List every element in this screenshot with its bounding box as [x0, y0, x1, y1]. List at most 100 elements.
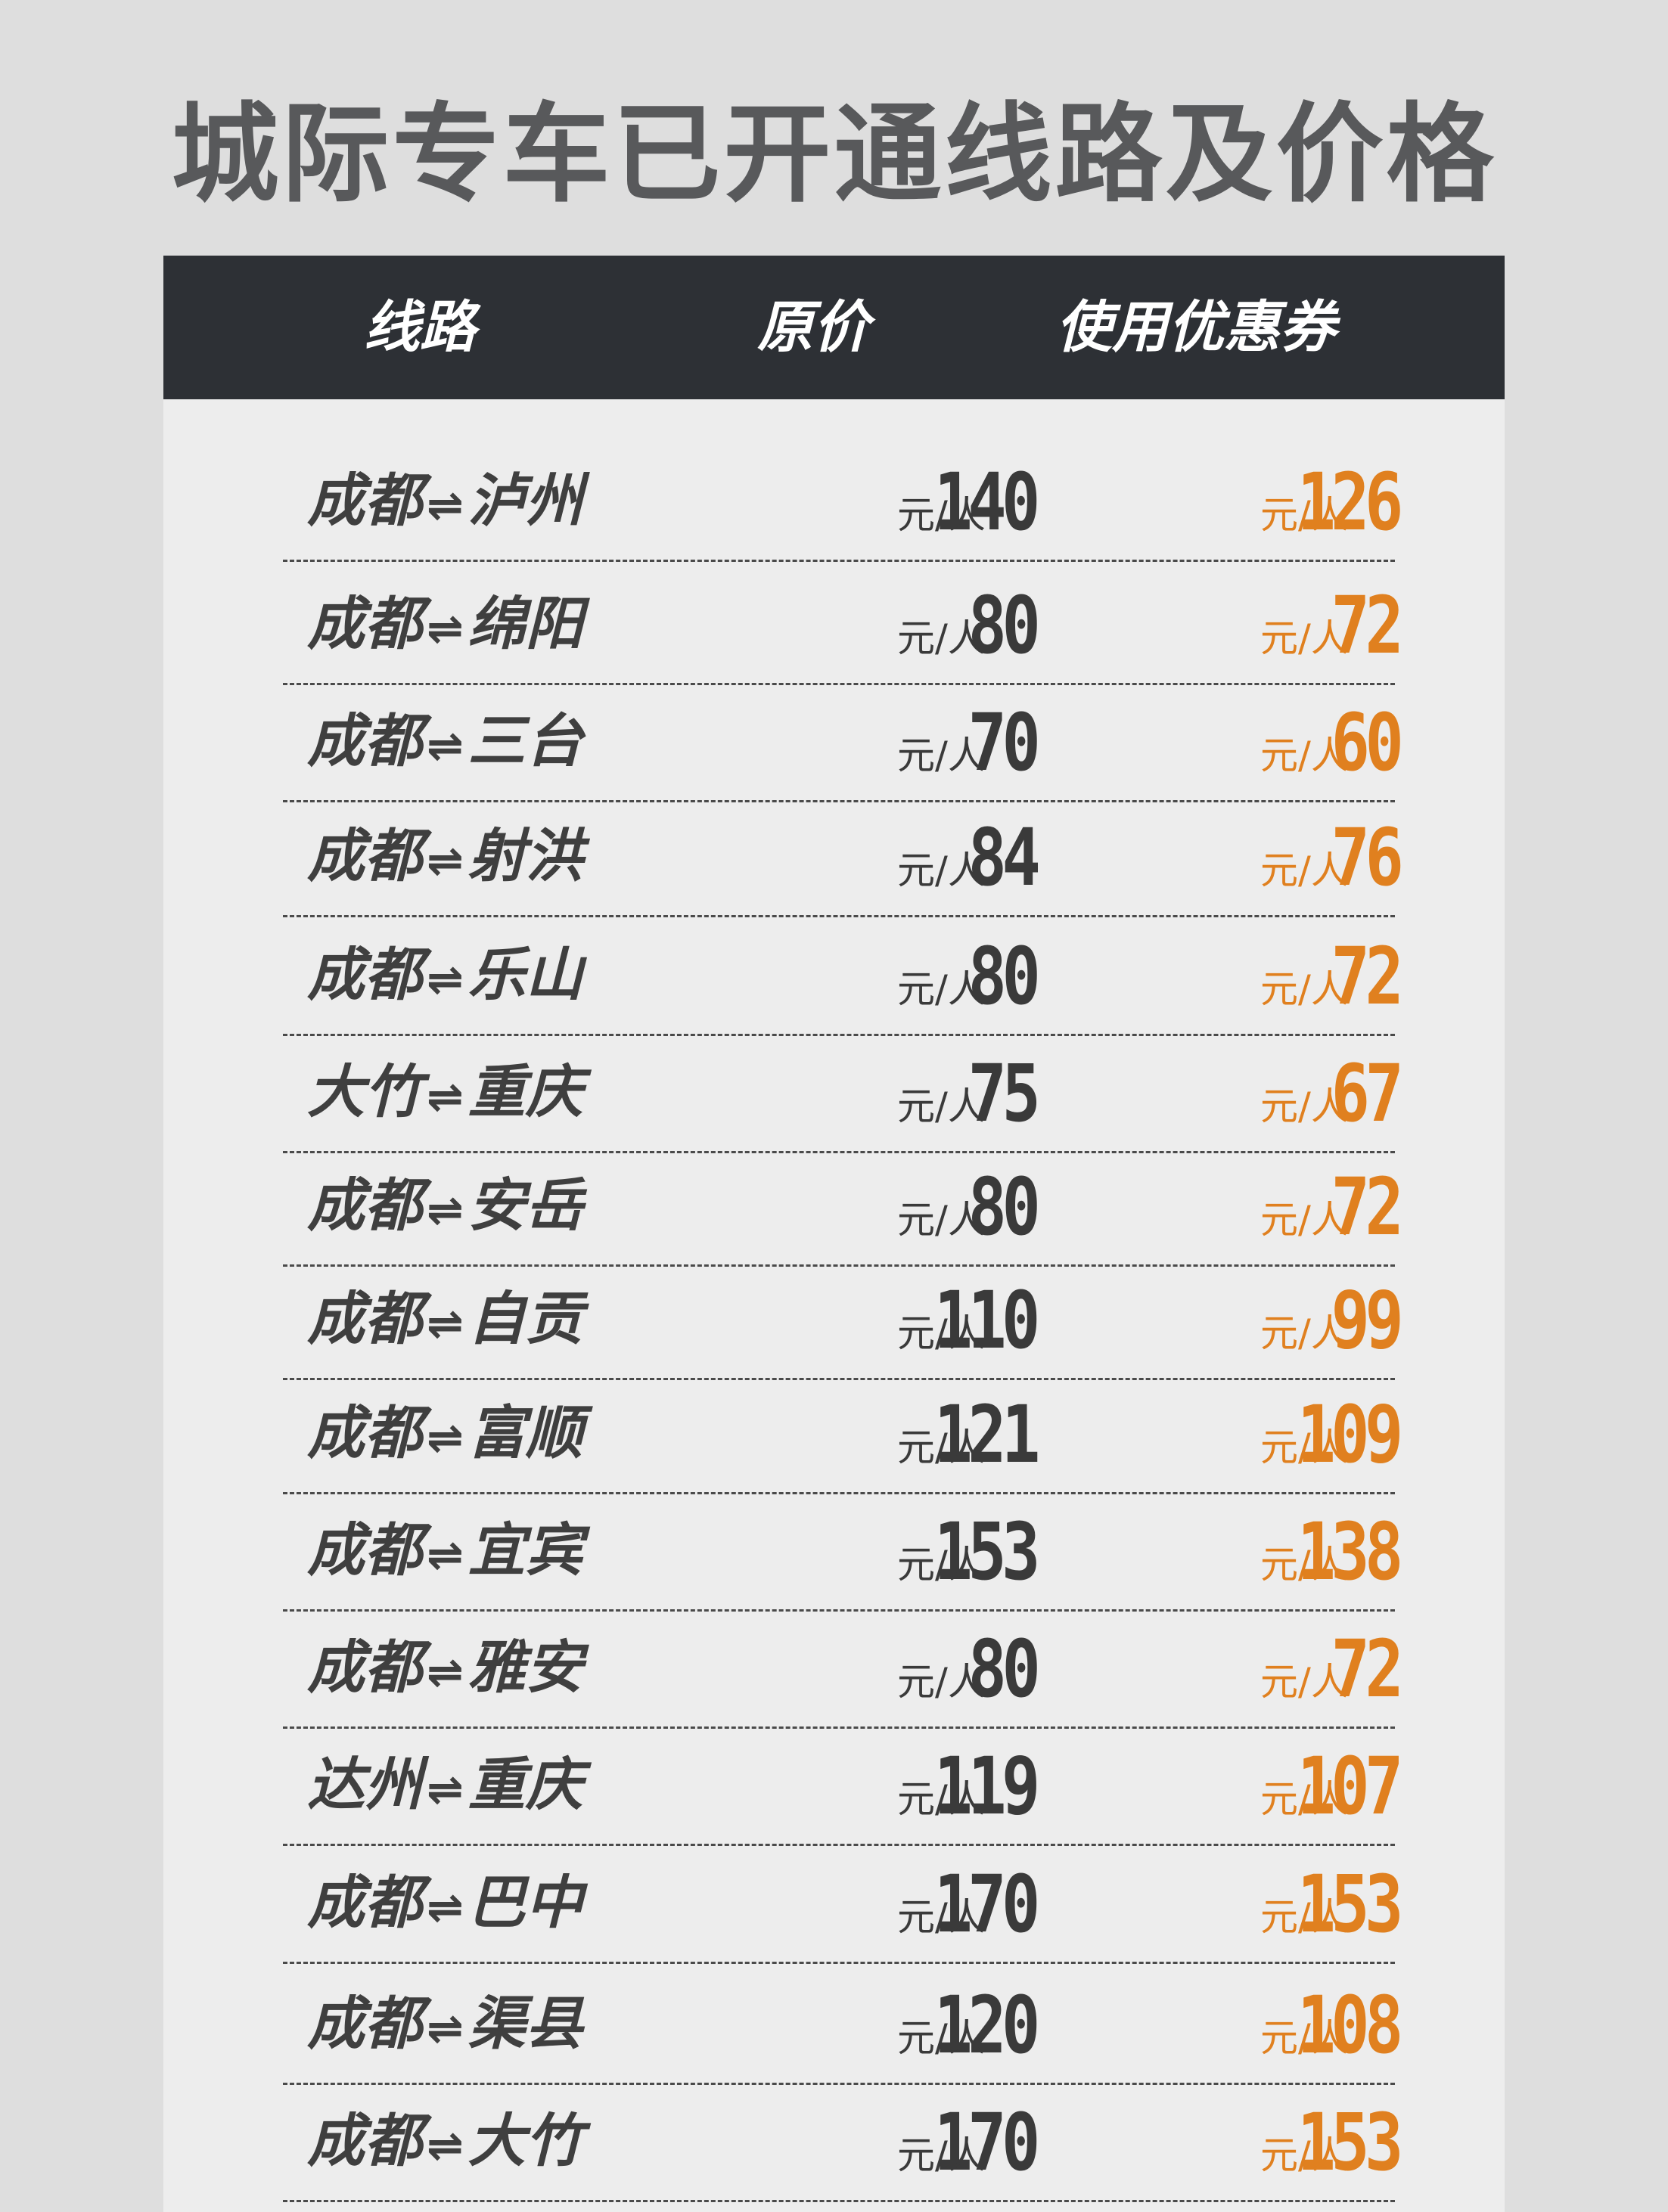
route-to: 三台 — [467, 707, 583, 774]
round-trip-arrow-icon: ⇌ — [427, 1764, 464, 1815]
coupon-price-unit: 元/人 — [1260, 734, 1349, 777]
original-price-unit: 元/人 — [897, 1426, 986, 1469]
route-from: 成都 — [307, 822, 422, 889]
round-trip-arrow-icon: ⇌ — [427, 1184, 464, 1236]
table-row: 成都 ⇌渠县 120 元/人 108 元/人 — [163, 1964, 1505, 2085]
original-price-unit: 元/人 — [897, 1543, 986, 1587]
header-coupon-price: 使用优惠券 — [1056, 295, 1336, 360]
coupon-price-unit: 元/人 — [1260, 1660, 1349, 1704]
route-name: 成都 ⇌富顺 — [307, 1399, 583, 1472]
round-trip-arrow-icon: ⇌ — [427, 603, 464, 654]
table-row: 成都 ⇌射洪 84 元/人 76 元/人 — [163, 802, 1505, 917]
header-original-price: 原价 — [757, 295, 869, 360]
round-trip-arrow-icon: ⇌ — [427, 1071, 464, 1122]
price-list-page: 城际专车已开通线路及价格 线路 原价 使用优惠券 成都 ⇌泸州 140 元/人 126 元… — [0, 0, 1668, 2212]
round-trip-arrow-icon: ⇌ — [427, 954, 464, 1005]
route-from: 成都 — [307, 1869, 422, 1936]
original-price-unit: 元/人 — [897, 1895, 986, 1939]
route-name: 成都 ⇌渠县 — [307, 1990, 583, 2062]
table-header: 线路 原价 使用优惠券 — [163, 256, 1505, 399]
table-row: 成都 ⇌雅安 80 元/人 72 元/人 — [163, 1612, 1505, 1729]
route-from: 成都 — [307, 941, 422, 1008]
route-from: 成都 — [307, 1285, 422, 1352]
route-name: 成都 ⇌宜宾 — [307, 1516, 583, 1589]
coupon-price-unit: 元/人 — [1260, 967, 1349, 1011]
coupon-price-unit: 元/人 — [1260, 1777, 1349, 1821]
route-from: 成都 — [307, 1633, 422, 1701]
table-row: 成都 ⇌宜宾 153 元/人 138 元/人 — [163, 1494, 1505, 1612]
route-to: 雅安 — [467, 1633, 583, 1701]
page-title: 城际专车已开通线路及价格 — [171, 92, 1497, 217]
route-name: 成都 ⇌雅安 — [307, 1633, 583, 1706]
coupon-price-unit: 元/人 — [1260, 1543, 1349, 1587]
table-row: 达州 ⇌重庆 119 元/人 107 元/人 — [163, 1729, 1505, 1846]
header-route: 线路 — [364, 295, 476, 360]
original-price-unit: 元/人 — [897, 616, 986, 660]
route-name: 成都 ⇌泸州 — [307, 467, 583, 539]
coupon-price-unit: 元/人 — [1260, 1895, 1349, 1939]
route-to: 安岳 — [467, 1171, 583, 1239]
route-to: 乐山 — [467, 941, 583, 1008]
route-to: 宜宾 — [467, 1516, 583, 1584]
original-price-unit: 元/人 — [897, 967, 986, 1011]
route-to: 巴中 — [467, 1869, 583, 1936]
route-to: 自贡 — [467, 1285, 583, 1352]
table-row: 成都 ⇌富顺 121 元/人 109 元/人 — [163, 1380, 1505, 1494]
round-trip-arrow-icon: ⇌ — [427, 720, 464, 771]
coupon-price-unit: 元/人 — [1260, 1198, 1349, 1242]
coupon-price-unit: 元/人 — [1260, 493, 1349, 537]
table-row: 大竹 ⇌重庆 75 元/人 67 元/人 — [163, 1036, 1505, 1153]
round-trip-arrow-icon: ⇌ — [427, 2120, 464, 2171]
route-name: 成都 ⇌大竹 — [307, 2107, 583, 2179]
route-name: 成都 ⇌射洪 — [307, 822, 583, 895]
route-from: 大竹 — [307, 1058, 422, 1125]
table-row: 成都 ⇌大竹 170 元/人 153 元/人 — [163, 2085, 1505, 2202]
route-from: 成都 — [307, 707, 422, 774]
route-to: 富顺 — [467, 1399, 583, 1466]
coupon-price-unit: 元/人 — [1260, 2016, 1349, 2060]
original-price-unit: 元/人 — [897, 493, 986, 537]
route-to: 射洪 — [467, 822, 583, 889]
table-row: 成都 ⇌三台 70 元/人 60 元/人 — [163, 685, 1505, 802]
price-table: 线路 原价 使用优惠券 成都 ⇌泸州 140 元/人 126 元/人 成都 ⇌绵阳 80 元/人 7… — [163, 256, 1505, 2212]
route-from: 达州 — [307, 1751, 422, 1818]
route-to: 泸州 — [467, 467, 583, 534]
table-row: 成都 ⇌自贡 110 元/人 99 元/人 — [163, 1267, 1505, 1380]
original-price-unit: 元/人 — [897, 1311, 986, 1355]
route-name: 成都 ⇌三台 — [307, 707, 583, 780]
route-from: 成都 — [307, 1516, 422, 1584]
coupon-price-unit: 元/人 — [1260, 849, 1349, 892]
route-name: 成都 ⇌安岳 — [307, 1171, 583, 1244]
route-from: 成都 — [307, 590, 422, 657]
route-from: 成都 — [307, 2107, 422, 2174]
row-divider — [283, 2200, 1395, 2202]
round-trip-arrow-icon: ⇌ — [427, 479, 464, 531]
route-name: 成都 ⇌绵阳 — [307, 590, 583, 662]
original-price-unit: 元/人 — [897, 1198, 986, 1242]
route-name: 成都 ⇌巴中 — [307, 1869, 583, 1941]
coupon-price-unit: 元/人 — [1260, 1426, 1349, 1469]
round-trip-arrow-icon: ⇌ — [427, 2003, 464, 2054]
route-name: 成都 ⇌乐山 — [307, 941, 583, 1013]
table-row: 成都 ⇌安岳 80 元/人 72 元/人 — [163, 1153, 1505, 1267]
round-trip-arrow-icon: ⇌ — [427, 1882, 464, 1933]
original-price-unit: 元/人 — [897, 1777, 986, 1821]
original-price-unit: 元/人 — [897, 849, 986, 892]
original-price-unit: 元/人 — [897, 2133, 986, 2177]
route-name: 成都 ⇌自贡 — [307, 1285, 583, 1357]
route-from: 成都 — [307, 1399, 422, 1466]
route-name: 大竹 ⇌重庆 — [307, 1058, 583, 1131]
route-to: 大竹 — [467, 2107, 583, 2174]
coupon-price-unit: 元/人 — [1260, 1311, 1349, 1355]
table-row: 成都 ⇌乐山 80 元/人 72 元/人 — [163, 917, 1505, 1036]
route-to: 重庆 — [467, 1751, 583, 1818]
route-to: 绵阳 — [467, 590, 583, 657]
route-name: 达州 ⇌重庆 — [307, 1751, 583, 1823]
table-row: 成都 ⇌绵阳 80 元/人 72 元/人 — [163, 562, 1505, 685]
route-from: 成都 — [307, 1990, 422, 2057]
coupon-price-unit: 元/人 — [1260, 1084, 1349, 1128]
round-trip-arrow-icon: ⇌ — [427, 1412, 464, 1463]
original-price-unit: 元/人 — [897, 1084, 986, 1128]
route-to: 重庆 — [467, 1058, 583, 1125]
coupon-price-unit: 元/人 — [1260, 616, 1349, 660]
